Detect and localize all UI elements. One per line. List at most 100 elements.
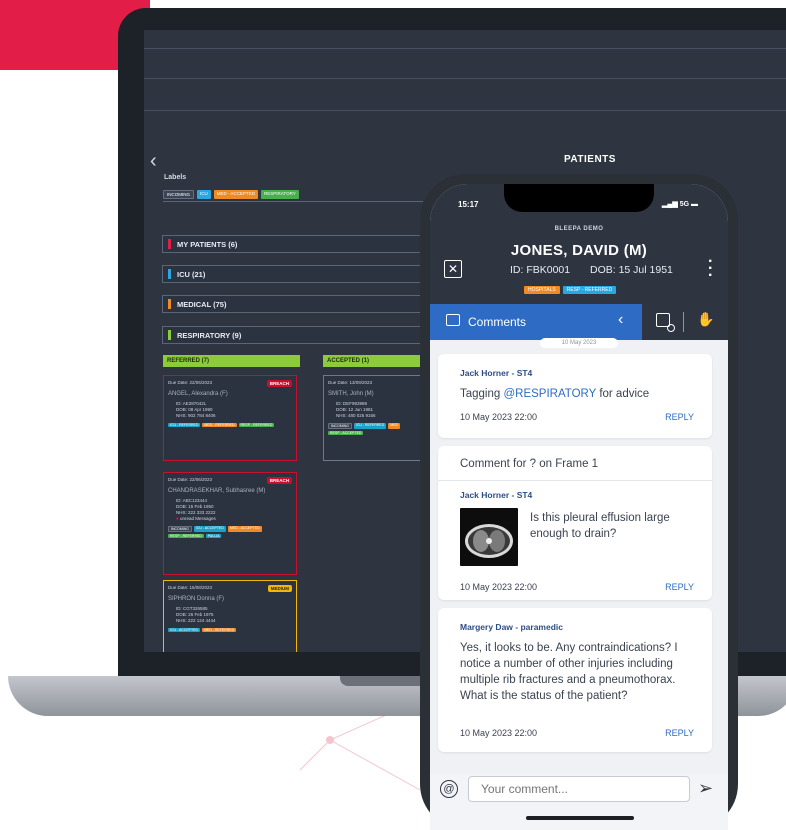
reply-button[interactable]: REPLY: [665, 728, 694, 738]
group-label: MEDICAL (75): [177, 299, 227, 309]
card-label-chip: MED - ACCEPTED: [227, 526, 262, 532]
group-color-bar: [168, 239, 171, 249]
ct-scan-image: [465, 524, 513, 558]
due-date: Due Date: 13/09/2023: [328, 380, 373, 385]
card-label-chip: ICU - REFERRED: [168, 423, 201, 427]
card-labels: INCOMING ICU - ACCEPTED MED - ACCEPTED R…: [168, 526, 292, 538]
patient-header: 15:17 ▂▄▆ 5G ▬ BLEEPA DEMO JONES, DAVID …: [430, 184, 728, 310]
divider: [144, 110, 786, 111]
group-medical[interactable]: MEDICAL (75): [162, 295, 426, 313]
comment-author: Jack Horner - ST4: [460, 368, 533, 378]
divider: [144, 78, 786, 79]
date-separator: 10 May 2023: [540, 338, 618, 348]
unread-label: unread Messages: [179, 516, 216, 521]
comments-toolbar: Comments ‹ ✋: [430, 304, 728, 340]
close-icon[interactable]: ✕: [444, 260, 462, 278]
patient-tag: HOSPITALS: [524, 286, 560, 294]
frame-reference[interactable]: Comment for ? on Frame 1: [460, 458, 598, 470]
comment-timestamp: 10 May 2023 22:00: [460, 412, 538, 422]
comment-card: Comment for ? on Frame 1 Jack Horner - S…: [438, 446, 712, 600]
patient-card[interactable]: Due Date: 22/06/2023 BREACH ANGEL, Alexa…: [163, 375, 297, 461]
reply-button[interactable]: REPLY: [665, 412, 694, 422]
column-referred: REFERRED (7): [163, 355, 300, 367]
status-badge: MEDIUM: [267, 585, 292, 592]
comment-text-part: for advice: [596, 388, 650, 400]
group-label: MY PATIENTS (6): [177, 239, 238, 249]
mention-icon[interactable]: @: [440, 780, 458, 798]
status-badge: BREACH: [266, 380, 292, 387]
page-title: PATIENTS: [564, 154, 616, 165]
battery-icon: ▬: [690, 201, 698, 208]
hand-pointer-icon[interactable]: ✋: [697, 311, 714, 328]
comment-text: Is this pleural effusion large enough to…: [530, 512, 670, 540]
comment-input-bar: @ ➢: [430, 774, 728, 830]
comment-input[interactable]: [468, 776, 690, 802]
chevron-left-icon[interactable]: ‹: [150, 150, 157, 173]
toolbar-actions: [642, 304, 728, 340]
send-icon[interactable]: ➢: [698, 778, 713, 799]
patient-nhs: NHS: 480 025 9166: [336, 413, 376, 418]
comment-card: Jack Horner - ST4 Tagging @RESPIRATORY f…: [438, 354, 712, 438]
patient-id: ID: FBK0001: [510, 264, 571, 276]
column-accepted: ACCEPTED (1): [323, 355, 422, 367]
patient-card[interactable]: Due Date: 15/08/2023 MEDIUM SIPHRON Donn…: [163, 580, 297, 652]
comment-text: Tagging @RESPIRATORY for advice: [460, 386, 649, 402]
card-label-chip: RESP - REFERRED: [168, 534, 204, 538]
patient-card[interactable]: Due Date: 22/06/2023 BREACH CHANDRASEKHA…: [163, 472, 297, 575]
phone-notch: [504, 184, 654, 212]
card-label-chip: ICU - ACCEPTED: [168, 628, 201, 632]
network-label: 5G: [679, 201, 690, 208]
reply-button[interactable]: REPLY: [665, 582, 694, 592]
card-labels: ICU - ACCEPTED MED - REFERRED: [168, 628, 292, 632]
divider: [163, 201, 423, 202]
group-color-bar: [168, 330, 171, 340]
card-label-chip: MED - REFERRED: [202, 423, 237, 427]
comment-author: Margery Daw - paramedic: [460, 622, 563, 632]
home-indicator: [526, 816, 634, 820]
comment-icon: [446, 314, 460, 326]
ct-scan-thumbnail[interactable]: [460, 508, 518, 566]
patient-dob: DOB: 15 Jul 1951: [590, 264, 673, 276]
status-time: 15:17: [458, 200, 479, 209]
label-chip[interactable]: MED - ACCEPTED: [213, 190, 259, 199]
mention-link[interactable]: @RESPIRATORY: [503, 388, 596, 400]
label-chip[interactable]: RESPIRATORY: [261, 190, 299, 199]
card-labels: ICU - REFERRED MED - REFERRED RESP - REF…: [168, 423, 292, 427]
group-icu[interactable]: ICU (21): [162, 265, 426, 283]
comment-text: Yes, it looks to be. Any contraindicatio…: [460, 642, 678, 702]
patient-info: ID: DEF983988 DOB: 12 Jun 1981 NHS: 480 …: [336, 401, 416, 419]
card-label-chip: ICU - ACCEPTED: [193, 526, 226, 532]
comment-author: Jack Horner - ST4: [460, 490, 533, 500]
group-label: RESPIRATORY (9): [177, 330, 242, 340]
label-chip[interactable]: INCOMING: [163, 190, 194, 199]
patient-info: ID: CGT326585 DOB: 26 Feb 1975 NHS: 222 …: [176, 606, 292, 624]
search-document-icon[interactable]: [656, 313, 675, 332]
chevron-left-icon[interactable]: ‹: [618, 311, 623, 329]
patient-nhs: NHS: 222 124 4444: [176, 618, 216, 623]
comment-timestamp: 10 May 2023 22:00: [460, 582, 538, 592]
card-label-chip: RESP - ACCEPTED: [328, 431, 364, 435]
group-color-bar: [168, 269, 171, 279]
card-labels: INCOMING ICU - REFERRED MED RESP - ACCEP…: [328, 423, 416, 435]
patient-name: ANGEL, Alexandra (F): [168, 391, 228, 397]
card-label-chip: MED - REFERRED: [202, 628, 237, 632]
divider: [144, 48, 786, 49]
patient-card[interactable]: Due Date: 13/09/2023 SMITH, John (M) ID:…: [323, 375, 421, 461]
group-color-bar: [168, 299, 171, 309]
comments-feed[interactable]: 10 May 2023 Jack Horner - ST4 Tagging @R…: [430, 338, 728, 770]
group-respiratory[interactable]: RESPIRATORY (9): [162, 326, 426, 344]
label-filter-row: INCOMING ICU MED - ACCEPTED RESPIRATORY: [163, 190, 299, 199]
group-my-patients[interactable]: MY PATIENTS (6): [162, 235, 426, 253]
patient-name: SMITH, John (M): [328, 391, 374, 397]
more-options-icon[interactable]: · · ·: [708, 254, 713, 284]
labels-title: Labels: [164, 174, 187, 181]
app-name: BLEEPA DEMO: [554, 226, 604, 232]
patient-tag: RESP - REFERRED: [562, 286, 617, 294]
comments-tab[interactable]: Comments: [468, 315, 526, 329]
comment-text-part: Tagging: [460, 388, 504, 400]
patient-name: JONES, DAVID (M): [510, 242, 648, 259]
comment-card: Margery Daw - paramedic Yes, it looks to…: [438, 608, 712, 752]
label-chip[interactable]: ICU: [197, 190, 211, 199]
patient-name: SIPHRON Donna (F): [168, 596, 225, 602]
card-label-chip: PALLIA: [205, 534, 222, 538]
